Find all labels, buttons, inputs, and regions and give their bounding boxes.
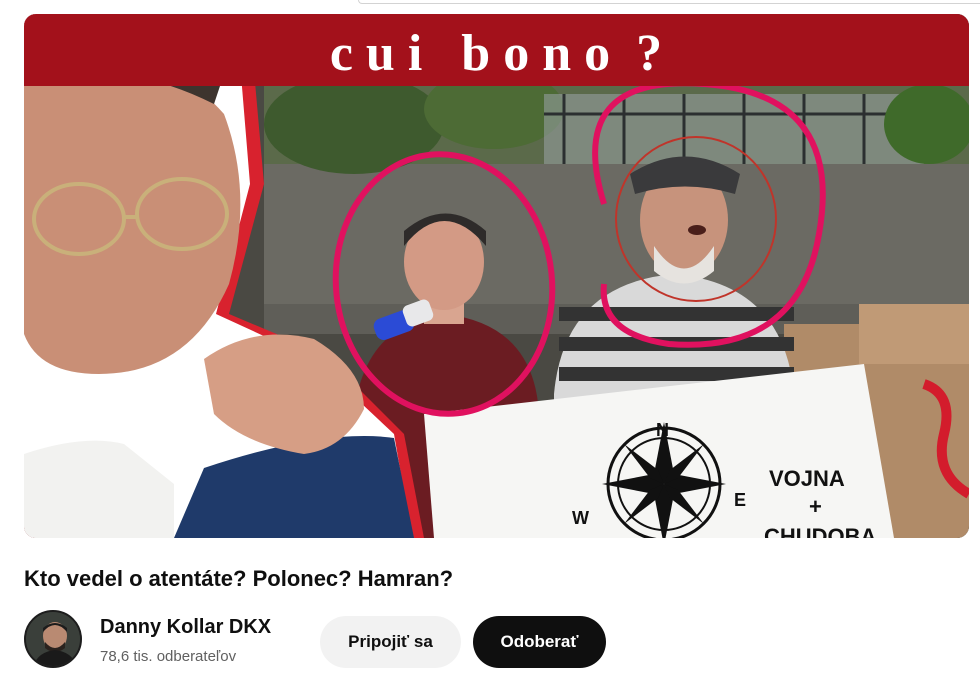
sign-text-plus: + (809, 494, 822, 519)
video-player[interactable]: N W E VOJNA + CHUDOBA c u i b o n o ? (24, 14, 969, 538)
subscriber-count: 78,6 tis. odberateľov (100, 648, 237, 665)
video-title: Kto vedel o atentáte? Polonec? Hamran? (24, 566, 454, 591)
subscribe-button[interactable]: Odoberať (473, 616, 606, 668)
avatar-icon (26, 612, 80, 666)
search-bar-edge (358, 0, 980, 4)
sign-text-vojna: VOJNA (769, 466, 845, 491)
join-button[interactable]: Pripojiť sa (320, 616, 461, 668)
thumbnail-banner-text: c u i b o n o ? (330, 25, 662, 82)
compass-west-label: W (572, 508, 589, 528)
channel-avatar[interactable] (24, 610, 82, 668)
video-thumbnail: N W E VOJNA + CHUDOBA c u i b o n o ? (24, 14, 969, 538)
compass-north-label: N (656, 420, 669, 440)
channel-name-link[interactable]: Danny Kollar DKX (100, 616, 271, 639)
sign-text-chudoba: CHUDOBA (764, 524, 877, 538)
compass-east-label: E (734, 490, 746, 510)
channel-row: Danny Kollar DKX 78,6 tis. odberateľov P… (24, 610, 964, 670)
